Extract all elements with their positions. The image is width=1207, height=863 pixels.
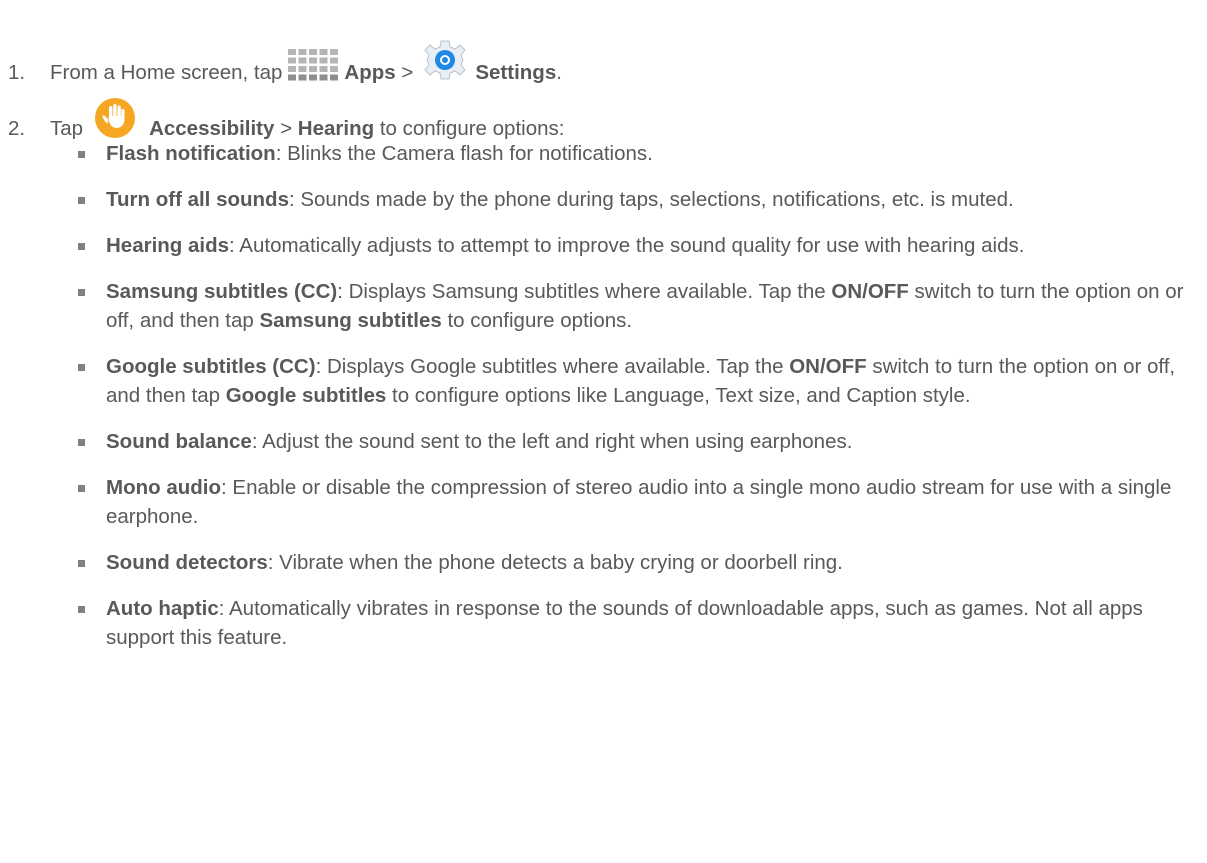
option-item: Hearing aids: Automatically adjusts to a… [76,231,1186,260]
option-title: Google subtitles (CC) [106,355,316,378]
option-title: Mono audio [106,476,222,499]
bullet-square-icon [78,560,85,567]
option-description: : Automatically adjusts to attempt to im… [229,234,1025,257]
option-description: : Enable or disable the compression of s… [106,476,1172,528]
option-title: Sound detectors [106,551,268,574]
option-description: : Sounds made by the phone during taps, … [288,188,1014,211]
option-item: Sound detectors: Vibrate when the phone … [76,548,1186,577]
option-title: Flash notification [106,142,276,165]
bullet-square-icon [78,606,85,613]
option-item: Samsung subtitles (CC): Displays Samsung… [76,277,1186,335]
settings-gear-icon [419,38,471,84]
step-2-text: Tap [50,117,84,140]
option-emphasis: ON/OFF [789,355,867,378]
option-title: Samsung subtitles (CC) [106,280,338,303]
bullet-square-icon [78,151,85,158]
option-item: Mono audio: Enable or disable the compre… [76,473,1186,531]
instruction-page: 1. From a Home screen, tap Apps > Settings… [0,0,1207,863]
option-description-end: to configure options like Language, Text… [386,384,971,407]
option-emphasis: Samsung subtitles [259,309,442,332]
step-1-separator: > [401,61,414,84]
option-item: Google subtitles (CC): Displays Google s… [76,352,1186,410]
option-description: : Adjust the sound sent to the left and … [251,430,853,453]
hearing-options-list: Flash notification: Blinks the Camera fl… [76,139,1186,669]
bullet-square-icon [78,485,85,492]
step-1-end: . [556,61,562,84]
option-title: Auto haptic [106,597,219,620]
option-description-end: to configure options. [441,309,633,332]
step-2-number: 2. [8,117,26,140]
option-description: : Displays Google subtitles where availa… [315,355,790,378]
bullet-square-icon [78,289,85,296]
accessibility-hand-icon [89,96,141,142]
option-description: : Blinks the Camera flash for notificati… [275,142,653,165]
step-2: 2. Tap Accessibility > Hearing to configu… [8,96,564,142]
option-title: Turn off all sounds [106,188,289,211]
settings-label: Settings [475,61,557,84]
step-1-text: From a Home screen, tap [50,61,283,84]
option-description: : Automatically vibrates in response to … [106,597,1143,649]
step-2-text-after: to configure options: [379,117,565,140]
option-description: : Displays Samsung subtitles where avail… [337,280,832,303]
hearing-label: Hearing [297,117,375,140]
apps-grid-icon [285,46,341,84]
step-1: 1. From a Home screen, tap Apps > Settings… [8,38,562,86]
bullet-square-icon [78,197,85,204]
option-title: Hearing aids [106,234,230,257]
option-item: Auto haptic: Automatically vibrates in r… [76,594,1186,652]
apps-label: Apps [344,61,396,84]
option-emphasis: Google subtitles [225,384,387,407]
option-item: Flash notification: Blinks the Camera fl… [76,139,1186,168]
option-title: Sound balance [106,430,252,453]
step-2-separator: > [280,117,293,140]
bullet-square-icon [78,364,85,371]
bullet-square-icon [78,243,85,250]
step-1-number: 1. [8,61,26,84]
accessibility-label: Accessibility [149,117,275,140]
bullet-square-icon [78,439,85,446]
option-description: : Vibrate when the phone detects a baby … [267,551,843,574]
option-item: Turn off all sounds: Sounds made by the … [76,185,1186,214]
option-emphasis: ON/OFF [831,280,909,303]
option-item: Sound balance: Adjust the sound sent to … [76,427,1186,456]
